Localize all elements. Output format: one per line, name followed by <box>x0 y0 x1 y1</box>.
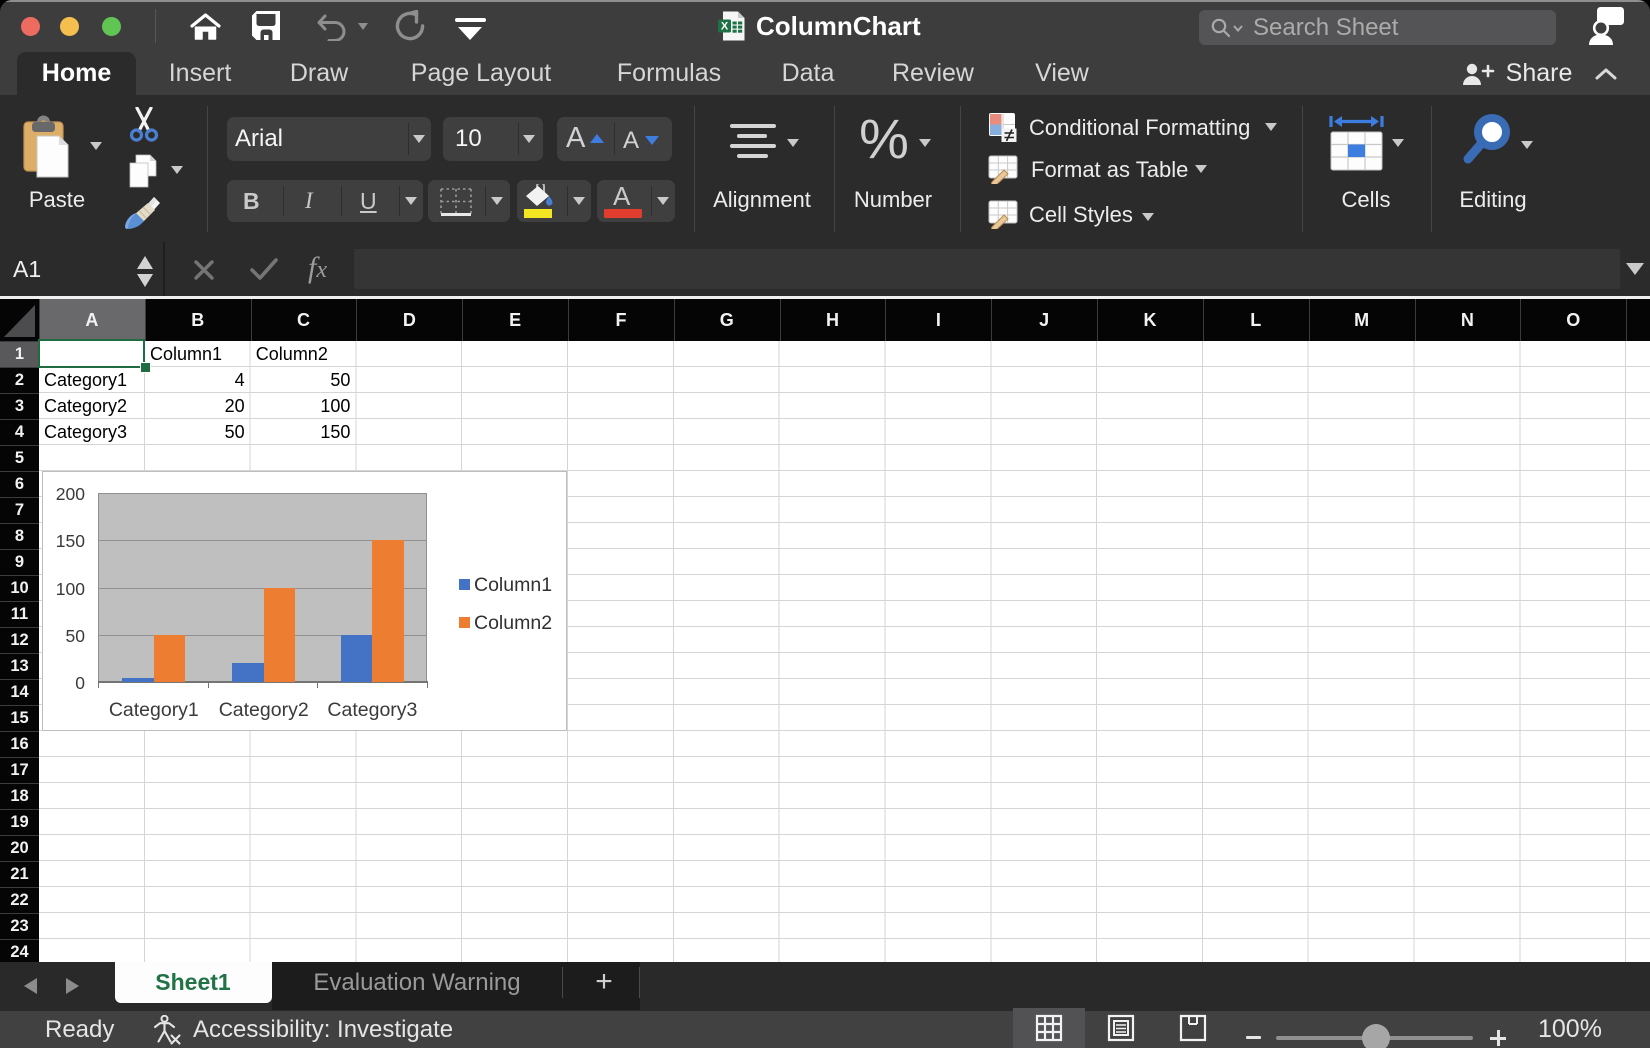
svg-text:X: X <box>721 21 729 33</box>
